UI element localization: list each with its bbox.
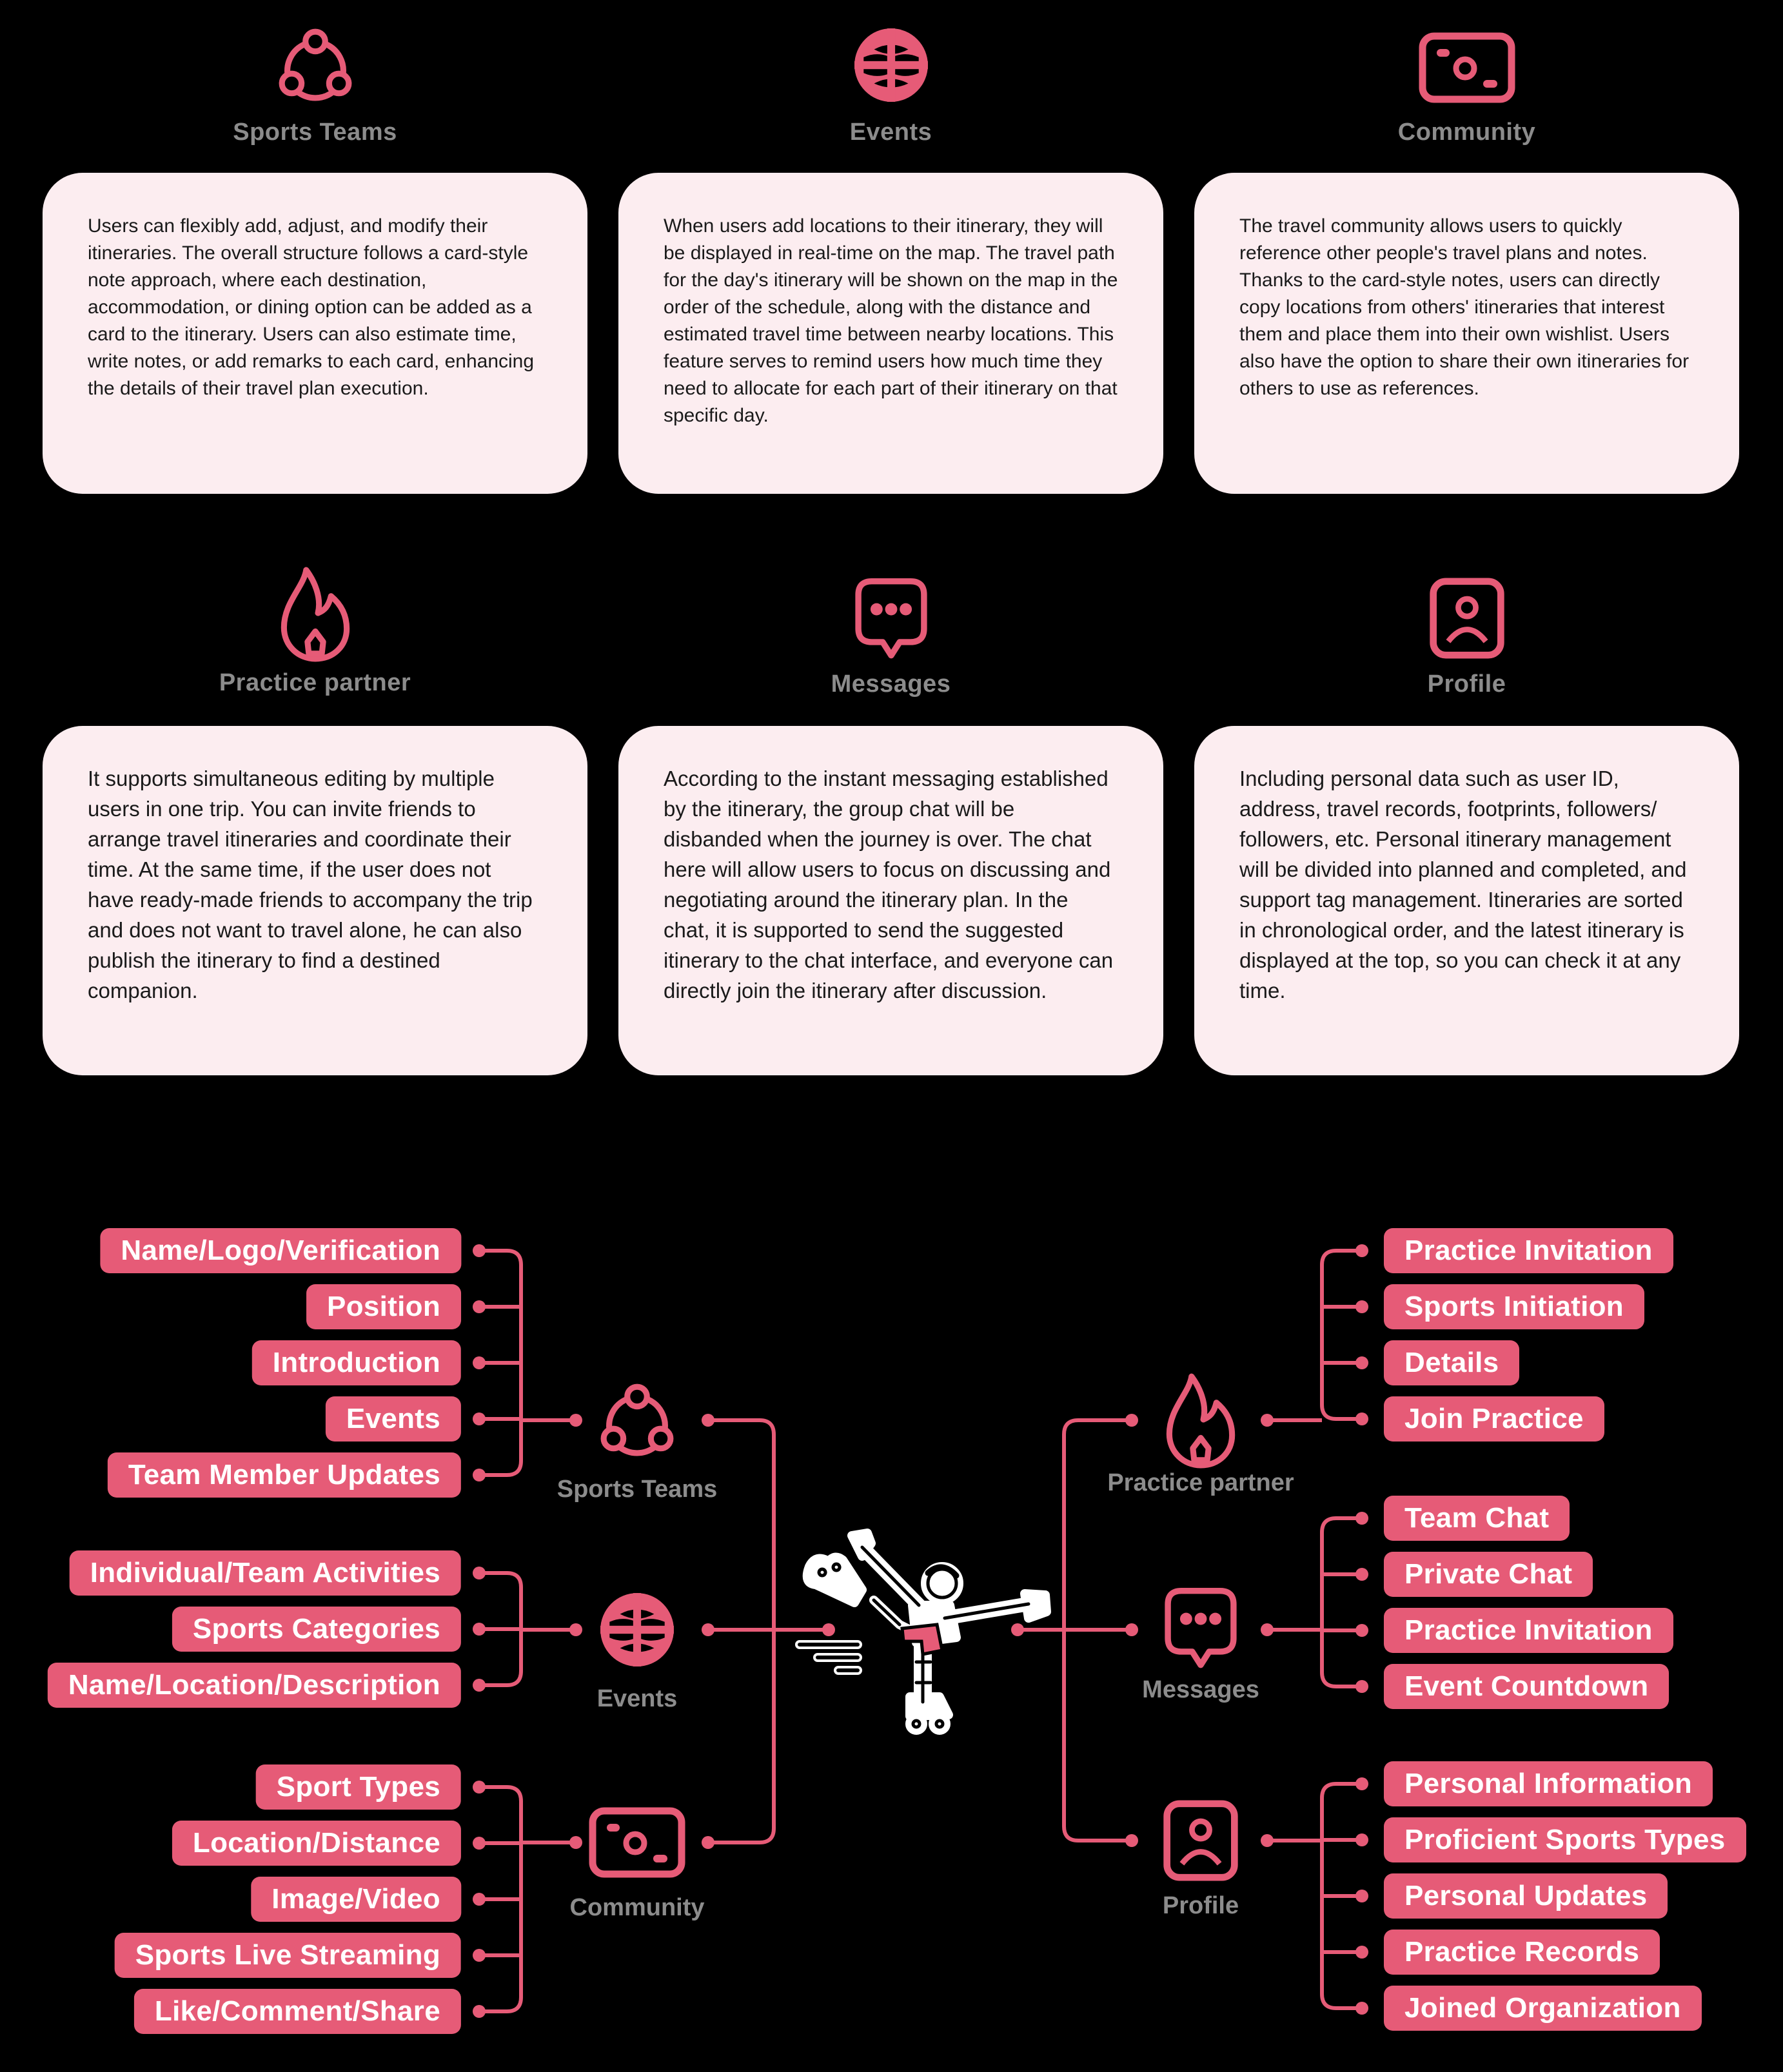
mindmap-leaf-tag: Team Member Updates <box>107 1452 461 1498</box>
connector-dot <box>473 1356 486 1369</box>
connector-dot <box>473 1567 486 1579</box>
mindmap-leaf-tag: Details <box>1384 1340 1520 1385</box>
connector-dot <box>473 1679 486 1692</box>
mindmap-leaf-tag: Sports Live Streaming <box>114 1933 461 1978</box>
roller-skater-illustration <box>795 1529 1051 1735</box>
mindmap-leaf-tag: Sport Types <box>255 1764 461 1810</box>
mindmap-leaf-tag: Introduction <box>251 1340 461 1385</box>
chat-bubble-icon <box>1161 1587 1240 1672</box>
connector-dot <box>1355 1356 1368 1369</box>
mindmap-leaf-tag: Sports Categories <box>172 1607 461 1652</box>
connector-dot <box>569 1836 582 1849</box>
camera-icon <box>589 1807 685 1878</box>
mindmap-leaf-tag: Joined Organization <box>1384 1986 1702 2031</box>
connector-dot <box>1355 1624 1368 1637</box>
mindmap-leaf-tag: Location/Distance <box>172 1821 461 1866</box>
connector-dot <box>473 1949 486 1962</box>
connector-dot <box>1355 2002 1368 2015</box>
mindmap-leaf-tag: Individual/Team Activities <box>69 1550 461 1596</box>
connector-curve <box>1320 1516 1362 1688</box>
connector-dot <box>1261 1414 1274 1427</box>
connector-dot <box>1355 1890 1368 1902</box>
connector-dot <box>473 1893 486 1906</box>
mindmap-leaf-tag: Name/Logo/Verification <box>100 1228 461 1273</box>
mindmap-leaf-tag: Event Countdown <box>1384 1664 1670 1709</box>
mindmap-branch-label: Community <box>569 1894 705 1921</box>
mindmap-leaf-tag: Practice Records <box>1384 1930 1660 1975</box>
connector-dot <box>473 1469 486 1481</box>
mindmap-leaf-tag: Like/Comment/Share <box>133 1989 461 2034</box>
connector-dot <box>1355 1300 1368 1313</box>
mindmap-leaf-tag: Name/Location/Description <box>47 1663 461 1708</box>
connector-dot <box>1355 1512 1368 1525</box>
connector-dot <box>473 2005 486 2018</box>
connector-dot <box>473 1623 486 1636</box>
mindmap-leaf-tag: Proficient Sports Types <box>1384 1817 1746 1862</box>
skater-shorts <box>900 1623 944 1656</box>
mindmap-leaf-tag: Personal Updates <box>1384 1873 1668 1919</box>
mindmap-leaf-tag: Image/Video <box>251 1877 461 1922</box>
mindmap-leaf-tag: Practice Invitation <box>1384 1228 1673 1273</box>
feature-mindmap: Name/Logo/Verification Position Introducti… <box>0 0 1783 2072</box>
connector-dot <box>473 1300 486 1313</box>
connector-dot <box>1355 1244 1368 1257</box>
connector-dot <box>1261 1623 1274 1636</box>
connector-dot <box>1261 1834 1274 1847</box>
mindmap-branch-label: Practice partner <box>1107 1469 1294 1496</box>
mindmap-branch-label: Sports Teams <box>557 1476 718 1503</box>
connector-dot <box>1355 1412 1368 1425</box>
connector-dot <box>1355 1680 1368 1693</box>
mindmap-leaf-tag: Join Practice <box>1384 1396 1604 1442</box>
connector-dot <box>473 1837 486 1850</box>
basketball-icon <box>598 1590 676 1669</box>
flame-icon <box>1161 1371 1240 1469</box>
mindmap-leaf-tag: Events <box>325 1396 461 1442</box>
connector-dot <box>473 1781 486 1793</box>
connector-dot <box>569 1414 582 1427</box>
mindmap-branch-label: Messages <box>1142 1676 1259 1703</box>
connector-dot <box>473 1244 486 1257</box>
mindmap-leaf-tag: Private Chat <box>1384 1552 1593 1597</box>
mindmap-leaf-tag: Sports Initiation <box>1384 1284 1644 1329</box>
connector-dot <box>1355 1568 1368 1581</box>
connector-dot <box>1355 1946 1368 1959</box>
mindmap-branch-label: Events <box>596 1685 678 1712</box>
mindmap-leaf-tag: Team Chat <box>1384 1496 1570 1541</box>
connector-dot <box>1355 1777 1368 1790</box>
mindmap-branch-label: Profile <box>1162 1892 1239 1919</box>
connector-dot <box>1355 1833 1368 1846</box>
profile-icon <box>1157 1800 1244 1881</box>
team-icon <box>598 1381 676 1460</box>
mindmap-leaf-tag: Position <box>306 1284 461 1329</box>
connector-dot <box>569 1623 582 1636</box>
mindmap-leaf-tag: Personal Information <box>1384 1761 1713 1806</box>
mindmap-leaf-tag: Practice Invitation <box>1384 1608 1673 1653</box>
connector-curve <box>1320 1249 1362 1421</box>
connector-dot <box>473 1412 486 1425</box>
